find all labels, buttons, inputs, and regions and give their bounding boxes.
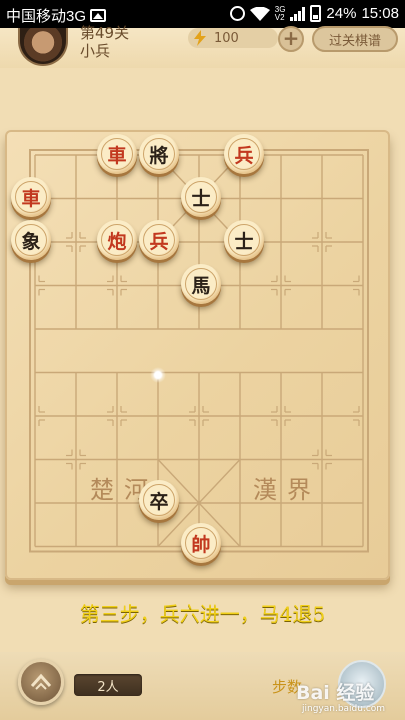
image-notification-icon <box>90 9 107 22</box>
piece-black-advisor-1-label: 士 <box>191 187 211 210</box>
move-instruction: 第三步，兵六进一，马4退5 <box>79 602 326 626</box>
piece-red-chariot-1-label: 車 <box>107 144 127 167</box>
piece-black-advisor-2[interactable]: 士 <box>224 220 264 260</box>
status-bar: 中国移动3G 3G V2 24% 15:08 <box>0 0 405 28</box>
rank-label: 小兵 <box>80 42 111 60</box>
piece-red-chariot-1[interactable]: 車 <box>97 134 137 174</box>
piece-black-soldier-label: 卒 <box>149 490 169 513</box>
chevron-up-icon <box>30 673 52 690</box>
battery-icon <box>310 5 322 22</box>
energy-value: 100 <box>214 30 239 46</box>
piece-black-elephant-label: 象 <box>21 230 41 253</box>
energy-counter: 100 <box>188 28 278 48</box>
piece-red-general[interactable]: 帥 <box>181 523 221 563</box>
players-count: 2人 <box>74 674 142 696</box>
carrier-label: 中国移动3G <box>6 8 87 25</box>
alarm-icon <box>229 6 245 21</box>
battery-percent: 24% <box>326 5 357 22</box>
wifi-icon <box>249 6 270 21</box>
add-energy-button[interactable]: + <box>278 26 304 52</box>
solution-guide-button[interactable]: 过关棋谱 <box>312 26 398 52</box>
piece-black-soldier[interactable]: 卒 <box>139 480 179 520</box>
touch-indicator <box>150 367 166 383</box>
piece-red-chariot-2[interactable]: 車 <box>11 177 51 217</box>
piece-red-soldier-1-label: 兵 <box>234 144 254 167</box>
piece-black-horse-label: 馬 <box>191 274 211 297</box>
piece-red-soldier-1[interactable]: 兵 <box>224 134 264 174</box>
player-avatar[interactable] <box>18 28 68 66</box>
piece-black-advisor-2-label: 士 <box>234 230 254 253</box>
piece-black-general-label: 將 <box>149 144 169 167</box>
signal-icon <box>290 6 306 21</box>
baidu-jingyan-watermark: Bai 经验 jingyan.baidu.com <box>288 660 400 716</box>
menu-button[interactable] <box>18 659 64 705</box>
piece-black-general[interactable]: 將 <box>139 134 179 174</box>
lightning-icon <box>194 30 206 46</box>
piece-black-elephant[interactable]: 象 <box>11 220 51 260</box>
piece-black-horse[interactable]: 馬 <box>181 264 221 304</box>
piece-red-soldier-2[interactable]: 兵 <box>139 220 179 260</box>
piece-red-cannon-label: 炮 <box>107 230 127 253</box>
game-header: 第49关 小兵 100 + 过关棋谱 <box>0 24 405 68</box>
piece-red-chariot-2-label: 車 <box>21 187 41 210</box>
piece-red-soldier-2-label: 兵 <box>149 230 169 253</box>
clock: 15:08 <box>361 5 399 22</box>
bottom-bar: 2人 步数 Bai 经验 jingyan.baidu.com <box>0 652 405 720</box>
piece-black-advisor-1[interactable]: 士 <box>181 177 221 217</box>
river-label-han: 漢界 <box>253 476 321 504</box>
piece-red-general-label: 帥 <box>191 533 211 556</box>
network-type: 3G V2 <box>274 4 286 22</box>
piece-red-cannon[interactable]: 炮 <box>97 220 137 260</box>
